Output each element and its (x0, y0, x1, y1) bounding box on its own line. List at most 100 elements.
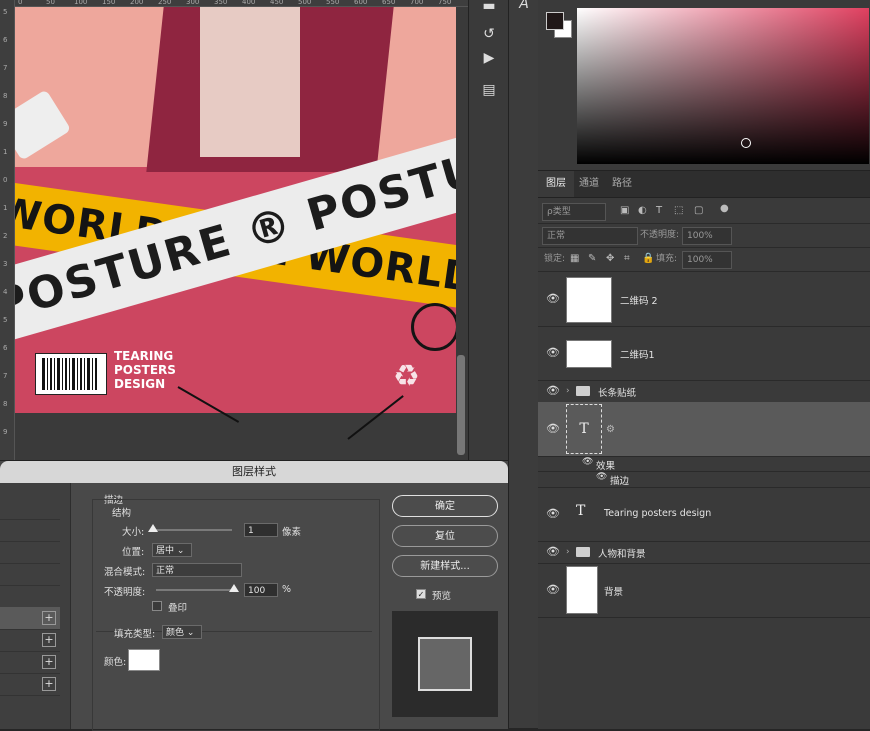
list-item[interactable] (0, 519, 60, 542)
opacity-input[interactable]: 100% (682, 227, 732, 245)
list-item[interactable] (0, 497, 60, 520)
visibility-eye-icon[interactable]: 👁 (546, 583, 560, 596)
size-label: 大小: (122, 527, 145, 538)
filter-shape-icon[interactable]: ⬚ (674, 205, 683, 216)
horizontal-ruler: 0 50 100 150 200 250 300 350 400 450 500 550 600 650 7… (0, 0, 468, 7)
document-canvas-area[interactable]: 0 50 100 150 200 250 300 350 400 450 500 550 600 650 7… (0, 0, 468, 460)
properties-icon[interactable]: ▬ (479, 0, 499, 16)
list-item[interactable]: + (0, 629, 60, 652)
layer-name: 人物和背景 (598, 549, 646, 560)
opacity-input[interactable]: 100 (244, 583, 278, 597)
layer-row-selected[interactable]: 👁 T ⚙ (538, 402, 870, 457)
layer-group-row[interactable]: 👁 › 人物和背景 (538, 541, 870, 564)
list-item[interactable]: + (0, 673, 60, 696)
preview-checkbox[interactable]: ✓ (416, 589, 426, 599)
opacity-slider-knob[interactable] (229, 584, 239, 592)
layer-group-row[interactable]: 👁 › 长条贴纸 (538, 380, 870, 403)
color-label: 颜色: (104, 657, 127, 668)
lock-row: 锁定: ▦ ✎ ✥ ⌗ 🔒 填充: 100% (538, 247, 870, 272)
blend-mode-select[interactable]: 正常 (542, 227, 638, 245)
layer-row[interactable]: 👁 背景 (538, 563, 870, 618)
tab-layers[interactable]: 图层 (538, 171, 574, 197)
lock-transparency-icon[interactable]: ▦ (570, 253, 579, 264)
style-preview (392, 611, 498, 717)
opacity-slider[interactable] (156, 589, 236, 591)
visibility-eye-icon[interactable]: 👁 (582, 457, 593, 467)
stroke-color-swatch[interactable] (128, 649, 160, 671)
ruler-tick-label: 5 (3, 8, 8, 16)
visibility-eye-icon[interactable]: 👁 (546, 384, 560, 397)
ruler-tick-label: 150 (102, 0, 116, 6)
reset-button[interactable]: 复位 (392, 525, 498, 547)
visibility-eye-icon[interactable]: 👁 (546, 545, 560, 558)
ruler-tick-label: 750 (438, 0, 452, 6)
ok-button[interactable]: 确定 (392, 495, 498, 517)
chevron-right-icon[interactable]: › (566, 386, 570, 396)
list-item-selected[interactable]: + (0, 607, 60, 630)
size-input[interactable]: 1 (244, 523, 278, 537)
ruler-tick-label: 0 (18, 0, 23, 6)
lock-all-icon[interactable]: 🔒 (642, 253, 654, 264)
ruler-tick-label: 2 (3, 232, 8, 240)
visibility-eye-icon[interactable]: 👁 (546, 507, 560, 520)
ruler-tick-label: 1 (3, 148, 8, 156)
layer-row[interactable]: 👁 二维码1 (538, 326, 870, 381)
tab-paths[interactable]: 路径 (604, 171, 640, 197)
fill-input[interactable]: 100% (682, 251, 732, 269)
ruler-tick-label: 5 (3, 316, 8, 324)
layer-comps-icon[interactable]: ▤ (479, 80, 499, 100)
lock-paint-icon[interactable]: ✎ (588, 253, 596, 264)
filter-pixel-icon[interactable]: ▣ (620, 205, 629, 216)
filter-toggle-icon[interactable]: ● (720, 203, 729, 214)
list-item[interactable] (0, 541, 60, 564)
visibility-eye-icon[interactable]: 👁 (546, 292, 560, 305)
lock-artboard-icon[interactable]: ⌗ (624, 253, 630, 264)
visibility-eye-icon[interactable]: 👁 (546, 422, 560, 435)
history-icon[interactable]: ↺ (479, 24, 499, 44)
filter-type-icon[interactable]: T (656, 205, 662, 216)
visibility-eye-icon[interactable]: 👁 (546, 346, 560, 359)
filter-smart-object-icon[interactable]: ▢ (694, 205, 703, 216)
lock-position-icon[interactable]: ✥ (606, 253, 614, 264)
tab-channels[interactable]: 通道 (571, 171, 607, 197)
filter-adjustment-icon[interactable]: ◐ (638, 205, 647, 216)
blend-mode-value: 正常 (156, 566, 175, 576)
color-picker-cursor[interactable] (741, 138, 751, 148)
layer-row[interactable]: 👁 T Tearing posters design (538, 487, 870, 542)
new-style-button[interactable]: 新建样式... (392, 555, 498, 577)
list-item[interactable] (0, 563, 60, 586)
blend-mode-select[interactable]: 正常 (152, 563, 242, 577)
canvas-scrollbar[interactable] (457, 355, 465, 455)
fill-type-select[interactable]: 颜色 ⌄ (162, 625, 202, 639)
color-picker-field[interactable] (577, 8, 869, 164)
structure-title: 结构 (112, 508, 132, 519)
effects-fx-icon[interactable]: ⚙ (606, 424, 615, 435)
add-icon[interactable]: + (42, 633, 56, 647)
stroke-effect-row[interactable]: 👁 描边 (538, 471, 870, 488)
list-item[interactable] (0, 585, 60, 608)
foreground-color-swatch[interactable] (546, 12, 564, 30)
document-canvas[interactable]: WORLDWIDE WORLDWIDE POSTURE ® POSTURE TE… (15, 7, 456, 413)
size-slider[interactable] (152, 529, 232, 531)
layer-kind-filter[interactable]: ρ类型 (542, 203, 606, 221)
character-panel-icon[interactable]: A (514, 0, 534, 14)
position-select[interactable]: 居中 ⌄ (152, 543, 192, 557)
layer-row[interactable]: 👁 二维码 2 (538, 272, 870, 327)
overprint-checkbox[interactable] (152, 601, 162, 611)
list-item[interactable]: + (0, 651, 60, 674)
effects-row[interactable]: 👁 效果 (538, 456, 870, 472)
add-icon[interactable]: + (42, 677, 56, 691)
layer-thumbnail (566, 277, 612, 323)
vertical-ruler: 5678910123456789 (0, 0, 15, 460)
visibility-eye-icon[interactable]: 👁 (596, 472, 607, 482)
actions-play-icon[interactable]: ▶ (479, 48, 499, 68)
preview-label: 预览 (432, 591, 452, 602)
fill-group (96, 631, 372, 730)
opacity-unit: % (282, 584, 292, 595)
add-icon[interactable]: + (42, 655, 56, 669)
ruler-tick-label: 400 (242, 0, 256, 6)
chevron-right-icon[interactable]: › (566, 547, 570, 557)
add-icon[interactable]: + (42, 611, 56, 625)
size-slider-knob[interactable] (148, 524, 158, 532)
fill-type-value: 颜色 (166, 628, 185, 638)
